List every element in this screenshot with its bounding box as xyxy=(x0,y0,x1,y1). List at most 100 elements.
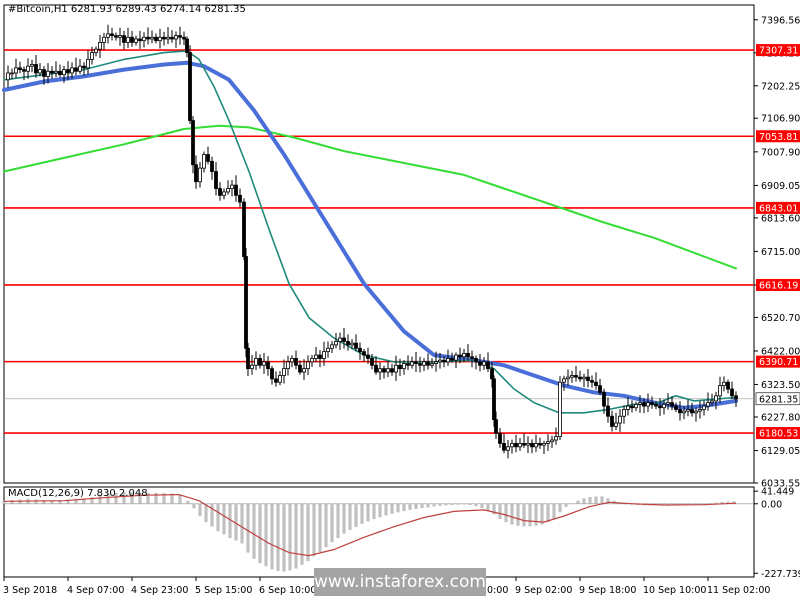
y-tick-label: 6909.05 xyxy=(761,181,800,192)
candle-body xyxy=(270,368,274,380)
macd-histogram-bar xyxy=(408,503,412,510)
macd-histogram-bar xyxy=(192,503,196,509)
candle-body xyxy=(582,376,586,380)
macd-histogram-bar xyxy=(312,503,316,557)
level-price-label: 7307.31 xyxy=(759,46,798,57)
macd-histogram-bar xyxy=(246,503,250,553)
macd-histogram-bar xyxy=(576,500,580,504)
candle-body xyxy=(110,33,114,36)
candle-body xyxy=(730,388,734,397)
candle-body xyxy=(18,67,22,70)
macd-histogram-bar xyxy=(396,503,400,513)
macd-histogram-bar xyxy=(342,503,346,534)
candle-body xyxy=(470,356,474,359)
macd-histogram-bar xyxy=(252,503,256,559)
candle-body xyxy=(710,400,714,404)
chart-title: #Bitcoin,H1 6281.93 6289.43 6274.14 6281… xyxy=(8,4,246,15)
macd-histogram-bar xyxy=(390,503,394,514)
macd-histogram-bar xyxy=(324,503,328,548)
candle-body xyxy=(174,35,178,40)
candle-body xyxy=(258,358,262,366)
macd-histogram-bar xyxy=(294,503,298,569)
macd-histogram-bar xyxy=(552,503,556,520)
candle-body xyxy=(198,167,202,183)
candle-body xyxy=(244,256,248,349)
level-price-label: 6843.01 xyxy=(759,203,798,214)
candle-body xyxy=(670,402,674,407)
candle-body xyxy=(82,65,86,69)
macd-histogram-bar xyxy=(348,503,352,531)
candle-body xyxy=(42,69,46,77)
candle-body xyxy=(626,405,630,410)
candle-body xyxy=(250,364,254,370)
candle-body xyxy=(346,341,350,346)
candle-body xyxy=(206,154,210,162)
macd-histogram-bar xyxy=(426,503,430,508)
candle-body xyxy=(446,358,450,363)
candle-body xyxy=(438,359,442,363)
candle-body xyxy=(474,358,478,363)
macd-histogram-bar xyxy=(288,503,292,571)
candle-body xyxy=(230,184,234,189)
candle-body xyxy=(146,36,150,40)
y-tick-label: 6715.00 xyxy=(761,247,800,258)
level-price-label: 6390.71 xyxy=(759,357,798,368)
candle-body xyxy=(50,70,54,74)
macd-histogram-bar xyxy=(504,503,508,523)
candle-body xyxy=(550,439,554,443)
candle-body xyxy=(538,443,542,446)
y-tick-label: 7106.90 xyxy=(761,114,800,125)
candle-body xyxy=(374,364,378,373)
candle-body xyxy=(274,378,278,383)
candle-body xyxy=(38,69,42,74)
watermark-banner: www.instaforex.com xyxy=(314,568,486,596)
candle-body xyxy=(478,361,482,366)
candle-body xyxy=(338,337,342,342)
y-tick-label: 7007.90 xyxy=(761,147,800,158)
candle-body xyxy=(658,405,662,409)
macd-histogram-bar xyxy=(198,503,202,516)
candle-body xyxy=(342,337,346,342)
macd-histogram-bar xyxy=(270,503,274,570)
candle-body xyxy=(570,375,574,378)
y-tick-label: 6813.60 xyxy=(761,213,800,224)
macd-histogram-bar xyxy=(522,503,526,527)
x-tick-label: 9 Sep 02:00 xyxy=(515,585,572,596)
candle-body xyxy=(514,443,518,448)
candle-body xyxy=(142,36,146,42)
candle-body xyxy=(666,402,670,405)
macd-histogram-bar xyxy=(34,499,38,504)
candle-body xyxy=(254,358,258,366)
candle-body xyxy=(646,402,650,407)
macd-histogram-bar xyxy=(468,503,472,505)
candle-body xyxy=(610,415,614,427)
candle-body xyxy=(554,436,558,441)
candle-body xyxy=(286,361,290,370)
candle-body xyxy=(58,70,62,76)
macd-histogram-bar xyxy=(216,503,220,532)
candle-body xyxy=(350,342,354,346)
candle-body xyxy=(462,352,466,358)
candle-body xyxy=(66,69,70,74)
candle-body xyxy=(210,160,214,172)
candle-body xyxy=(662,403,666,409)
macd-tick-label: 0.00 xyxy=(761,499,782,510)
candle-body xyxy=(310,358,314,363)
candle-body xyxy=(492,378,496,421)
price-chart[interactable]: 7396.567299.207202.257106.907007.906909.… xyxy=(0,0,800,600)
candle-body xyxy=(422,361,426,366)
candle-body xyxy=(638,402,642,405)
candle-body xyxy=(326,347,330,353)
macd-histogram-bar xyxy=(456,503,460,505)
candle-body xyxy=(294,358,298,366)
candle-body xyxy=(94,48,98,53)
candle-body xyxy=(702,405,706,410)
candle-body xyxy=(194,164,198,183)
candle-body xyxy=(138,38,142,42)
level-price-label: 6616.19 xyxy=(759,280,798,291)
candle-body xyxy=(486,361,490,370)
level-price-label: 7053.81 xyxy=(759,132,798,143)
level-price-label: 6180.53 xyxy=(759,429,798,440)
candle-body xyxy=(354,342,358,349)
candle-body xyxy=(654,403,658,407)
